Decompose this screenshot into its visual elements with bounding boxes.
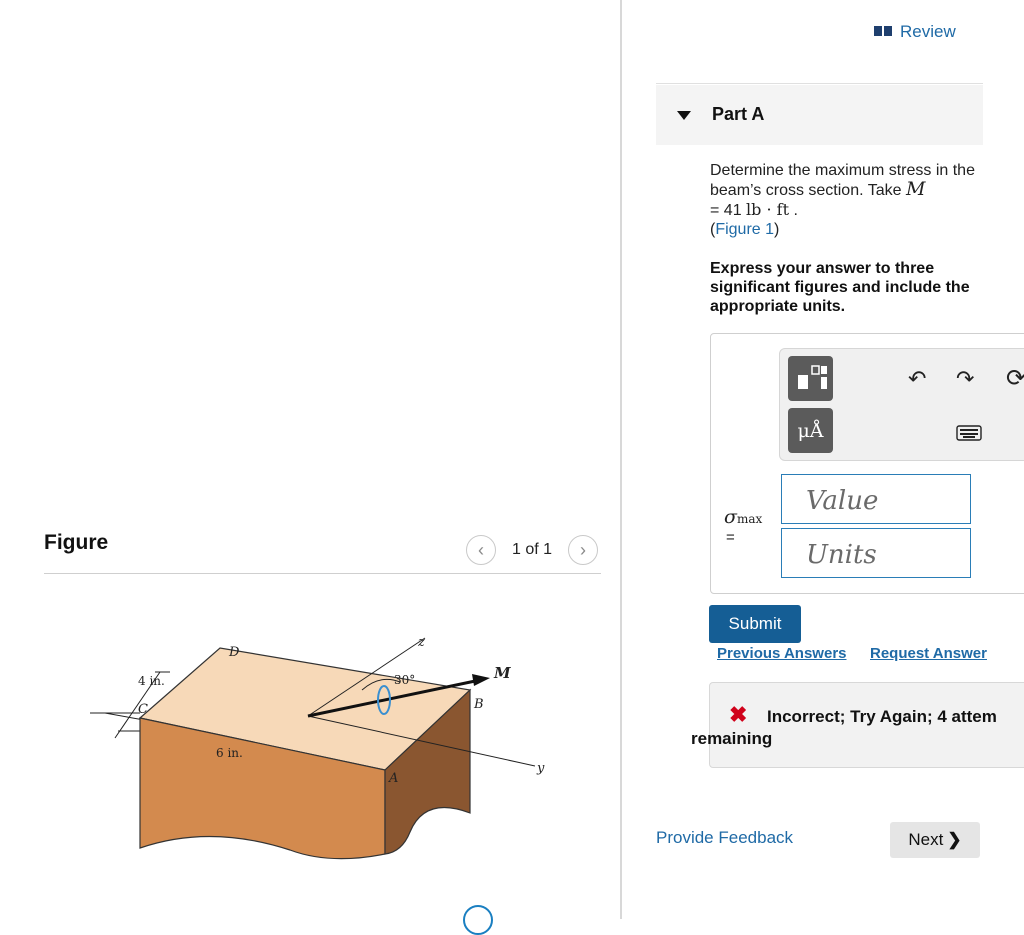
figure-prev-button[interactable]: ‹ <box>466 535 496 565</box>
figure-link-close-paren: ) <box>774 221 780 238</box>
review-label: Review <box>900 22 956 41</box>
question-eq: = 41 <box>710 202 742 219</box>
moment-arrowhead <box>472 674 490 686</box>
chevron-left-icon: ‹ <box>478 539 484 560</box>
answer-variable: σmax <box>724 506 762 528</box>
answer-variable-subscript: max <box>736 512 763 526</box>
units-input[interactable] <box>781 528 971 578</box>
point-label-d: D <box>228 645 240 660</box>
dimension-label-width: 4 in. <box>138 674 165 688</box>
axis-label-y: y <box>536 761 545 776</box>
units-button[interactable]: μÅ <box>788 408 833 453</box>
feedback-message: Incorrect; Try Again; 4 attem remaining <box>691 706 1024 750</box>
value-input[interactable] <box>781 474 971 524</box>
previous-answers-link[interactable]: Previous Answers <box>717 645 847 662</box>
figure-divider <box>44 573 601 574</box>
next-button[interactable]: Next ❯ <box>890 822 980 858</box>
book-icon <box>874 22 892 42</box>
axis-label-z: z <box>417 635 425 650</box>
question-body: Determine the maximum stress in the beam… <box>710 162 975 199</box>
feedback-message-line1: Incorrect; Try Again; 4 attem <box>767 707 997 726</box>
answer-variable-symbol: σ <box>724 506 737 528</box>
chevron-right-icon: › <box>580 539 586 560</box>
point-label-a: A <box>388 771 398 786</box>
moment-label: M <box>493 664 511 682</box>
part-title: Part A <box>712 104 765 124</box>
question-period: . <box>793 202 798 219</box>
templates-button[interactable] <box>788 356 833 401</box>
figure-title: Figure <box>44 531 109 554</box>
next-label: Next <box>908 830 944 849</box>
point-label-c: C <box>138 702 148 717</box>
help-button[interactable] <box>463 905 493 935</box>
angle-label: 30° <box>394 673 415 687</box>
figure-pager-label: 1 of 1 <box>512 541 553 558</box>
caret-down-icon[interactable] <box>677 111 691 120</box>
answer-equals: = <box>726 529 735 546</box>
provide-feedback-link[interactable]: Provide Feedback <box>656 828 793 848</box>
part-header[interactable] <box>656 85 983 145</box>
point-label-b: B <box>473 697 484 712</box>
instruction-text: Express your answer to three significant… <box>710 260 970 315</box>
figure-next-button[interactable]: › <box>568 535 598 565</box>
undo-icon[interactable]: ↶ <box>908 366 926 392</box>
request-answer-link[interactable]: Request Answer <box>870 645 987 662</box>
reset-icon[interactable]: ⟳ <box>1006 364 1024 393</box>
templates-icon <box>798 365 827 389</box>
redo-icon[interactable]: ↷ <box>956 366 974 392</box>
beam-diagram: D C B A z y M 30° 4 in. 6 in. <box>90 635 545 860</box>
figure-link[interactable]: Figure 1 <box>715 221 774 238</box>
units-icon: μÅ <box>797 419 824 442</box>
question-symbol: M <box>905 178 926 200</box>
dimension-label-length: 6 in. <box>216 746 243 760</box>
question-unit: lb · ft <box>746 200 790 219</box>
review-divider <box>656 83 983 84</box>
review-link[interactable]: Review <box>874 22 956 42</box>
chevron-right-icon: ❯ <box>947 830 962 849</box>
feedback-message-line2: remaining <box>691 729 773 748</box>
pane-divider[interactable] <box>620 0 622 919</box>
submit-button[interactable]: Submit <box>709 605 801 643</box>
question-text: Determine the maximum stress in the beam… <box>710 161 980 239</box>
keyboard-icon[interactable] <box>956 425 982 446</box>
